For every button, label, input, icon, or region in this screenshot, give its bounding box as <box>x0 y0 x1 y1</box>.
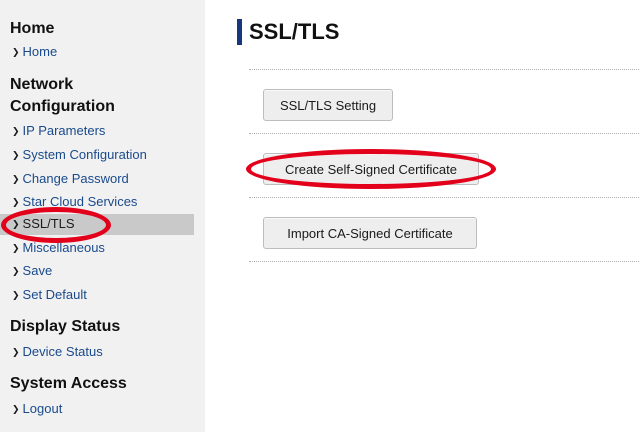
chevron-right-icon: ❯ <box>12 197 20 207</box>
ssl-tls-setting-button[interactable]: SSL/TLS Setting <box>263 89 393 121</box>
sidebar: Home ❯ Home Network Configuration ❯ IP Par… <box>0 0 205 432</box>
sidebar-item-label: Device Status <box>22 344 103 359</box>
sidebar-item-device-status[interactable]: ❯ Device Status <box>12 342 103 363</box>
divider <box>249 69 639 70</box>
sidebar-item-label: IP Parameters <box>22 123 106 138</box>
chevron-right-icon: ❯ <box>12 347 20 357</box>
sidebar-item-ssl-tls[interactable]: ❯ SSL/TLS <box>0 214 194 235</box>
section-title-network-configuration: Network Configuration <box>10 76 115 115</box>
chevron-right-icon: ❯ <box>12 219 20 229</box>
sidebar-item-system-configuration[interactable]: ❯ System Configuration <box>12 145 147 166</box>
sidebar-item-label: System Configuration <box>22 147 147 162</box>
chevron-right-icon: ❯ <box>12 47 20 57</box>
sidebar-item-label: Set Default <box>22 287 87 302</box>
sidebar-item-label: Miscellaneous <box>22 240 105 255</box>
chevron-right-icon: ❯ <box>12 290 20 300</box>
divider <box>249 261 639 262</box>
sidebar-item-label: Logout <box>22 401 63 416</box>
section-title-system-access: System Access <box>10 375 127 392</box>
chevron-right-icon: ❯ <box>12 174 20 184</box>
create-self-signed-certificate-button[interactable]: Create Self-Signed Certificate <box>263 153 479 185</box>
sidebar-item-home[interactable]: ❯ Home <box>12 42 57 63</box>
sidebar-item-change-password[interactable]: ❯ Change Password <box>12 169 129 190</box>
chevron-right-icon: ❯ <box>12 150 20 160</box>
sidebar-item-label: SSL/TLS <box>22 216 75 231</box>
chevron-right-icon: ❯ <box>12 266 20 276</box>
section-title-home: Home <box>10 20 55 37</box>
sidebar-item-save[interactable]: ❯ Save <box>12 261 52 282</box>
chevron-right-icon: ❯ <box>12 243 20 253</box>
sidebar-item-label: Star Cloud Services <box>22 194 138 209</box>
divider <box>249 133 639 134</box>
sidebar-item-label: Home <box>22 44 58 59</box>
chevron-right-icon: ❯ <box>12 404 20 414</box>
import-ca-signed-certificate-button[interactable]: Import CA-Signed Certificate <box>263 217 477 249</box>
page-title: SSL/TLS <box>249 19 340 44</box>
sidebar-item-set-default[interactable]: ❯ Set Default <box>12 285 87 306</box>
section-title-display-status: Display Status <box>10 318 121 335</box>
chevron-right-icon: ❯ <box>12 126 20 136</box>
sidebar-item-label: Save <box>22 263 53 278</box>
title-accent-bar <box>237 19 242 45</box>
sidebar-item-logout[interactable]: ❯ Logout <box>12 399 62 420</box>
sidebar-item-label: Change Password <box>22 171 129 186</box>
sidebar-item-miscellaneous[interactable]: ❯ Miscellaneous <box>12 238 105 259</box>
divider <box>249 197 639 198</box>
sidebar-item-ip-parameters[interactable]: ❯ IP Parameters <box>12 121 105 142</box>
sidebar-item-star-cloud-services[interactable]: ❯ Star Cloud Services <box>12 192 137 213</box>
